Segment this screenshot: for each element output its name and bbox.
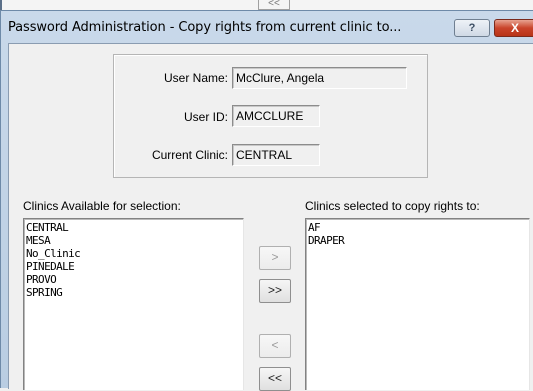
- close-icon: X: [510, 21, 519, 35]
- user-name-field: McClure, Angela: [232, 67, 407, 89]
- dialog-title: Password Administration - Copy rights fr…: [8, 20, 402, 35]
- help-icon: ?: [468, 22, 476, 34]
- help-button[interactable]: ?: [454, 19, 490, 37]
- add-selected-button[interactable]: >: [259, 246, 291, 270]
- close-button[interactable]: X: [494, 19, 533, 37]
- available-clinics-caption: Clinics Available for selection:: [23, 199, 181, 213]
- user-id-label: User ID:: [183, 110, 228, 124]
- remove-selected-button[interactable]: <: [259, 334, 291, 358]
- current-clinic-field: CENTRAL: [232, 144, 320, 166]
- dialog-body: User Name: McClure, Angela User ID: AMCC…: [8, 43, 533, 391]
- list-item[interactable]: AF: [308, 221, 527, 234]
- add-all-button[interactable]: >>: [259, 279, 291, 303]
- list-item[interactable]: SPRING: [26, 286, 241, 299]
- selected-clinics-list[interactable]: AF DRAPER: [305, 218, 530, 390]
- selected-clinics-caption: Clinics selected to copy rights to:: [305, 199, 480, 213]
- remove-all-button[interactable]: <<: [259, 367, 291, 391]
- list-item[interactable]: PROVO: [26, 273, 241, 286]
- list-item[interactable]: No_Clinic: [26, 247, 241, 260]
- user-id-field: AMCCLURE: [232, 105, 320, 127]
- current-clinic-label: Current Clinic:: [151, 148, 228, 162]
- copy-rights-dialog: Password Administration - Copy rights fr…: [0, 10, 533, 391]
- list-item[interactable]: MESA: [26, 234, 241, 247]
- list-item[interactable]: DRAPER: [308, 234, 527, 247]
- user-info-group: User Name: McClure, Angela User ID: AMCC…: [113, 54, 428, 178]
- list-item[interactable]: CENTRAL: [26, 221, 241, 234]
- list-item[interactable]: PINEDALE: [26, 260, 241, 273]
- user-name-label: User Name:: [163, 71, 228, 85]
- available-clinics-list[interactable]: CENTRAL MESA No_Clinic PINEDALE PROVO SP…: [23, 218, 244, 390]
- title-bar[interactable]: Password Administration - Copy rights fr…: [1, 11, 533, 43]
- background-window-button: <<: [258, 0, 290, 10]
